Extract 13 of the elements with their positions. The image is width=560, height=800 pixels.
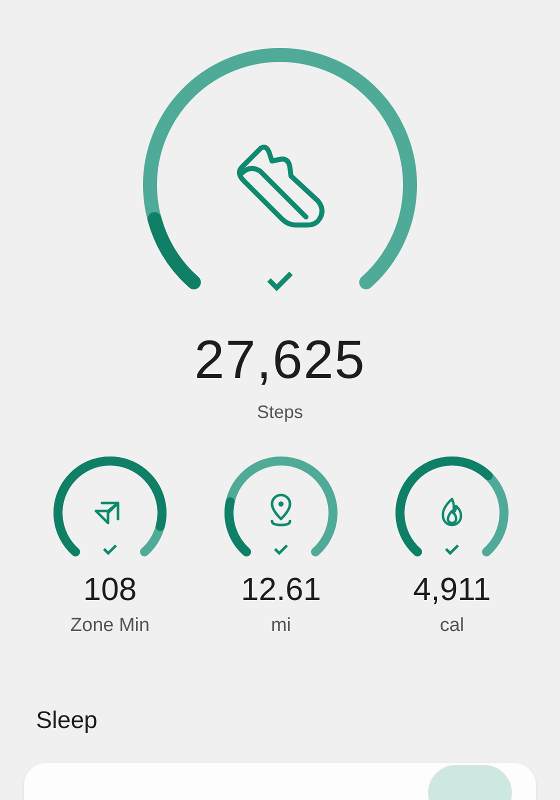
flame-icon [442,498,462,526]
steps-label: Steps [256,402,304,423]
section-title: Sleep [36,707,98,735]
metric-label: mi [270,615,292,637]
metric-label: cal [440,615,464,637]
metric-value: 108 [83,571,137,607]
steps-value: 27,625 [194,329,366,392]
arrows-icon [94,502,120,524]
shoe-icon [236,144,324,228]
metric-label: Zone Min [70,615,150,637]
location-pin-icon [270,494,292,526]
metric-value: 4,911 [413,571,491,607]
metric-value: 12.61 [240,571,322,607]
